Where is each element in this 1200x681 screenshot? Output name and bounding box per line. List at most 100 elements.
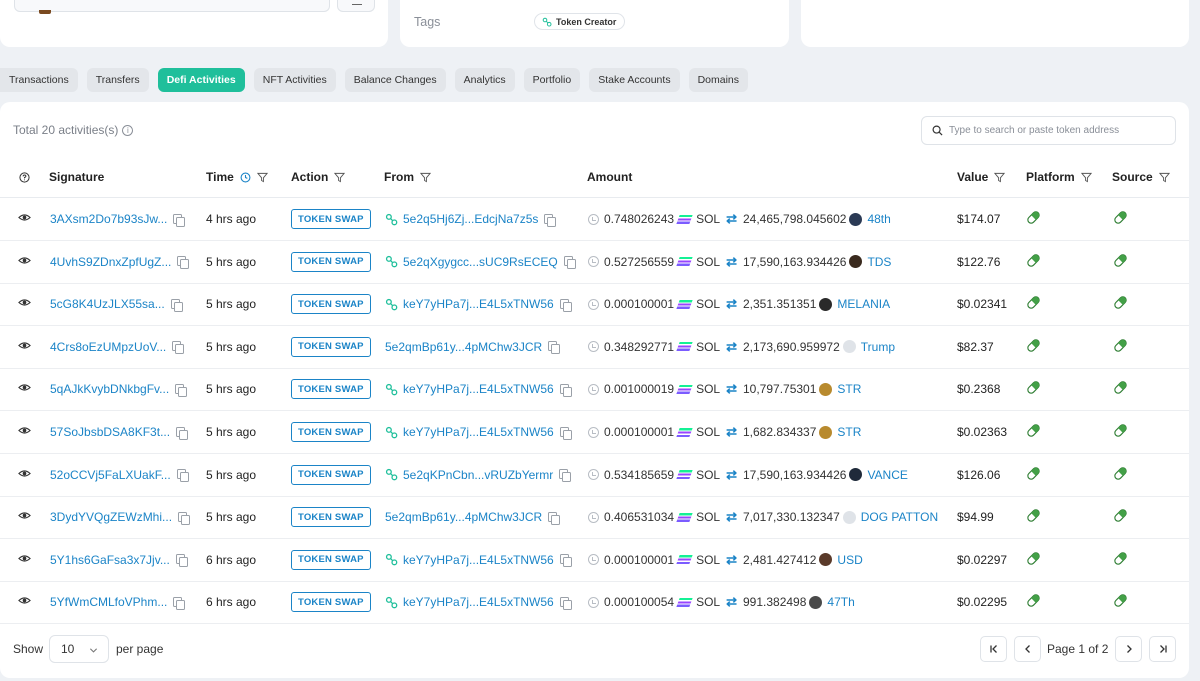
platform-cell[interactable]: [1025, 241, 1042, 283]
from-address-link[interactable]: 5e2qXgygcc...sUC9RsECEQ: [403, 255, 558, 269]
filter-icon[interactable]: [1158, 172, 1170, 183]
token-out-link[interactable]: VANCE: [867, 468, 907, 482]
copy-icon[interactable]: [170, 298, 183, 312]
first-page-button[interactable]: [980, 636, 1007, 662]
token-out-link[interactable]: 48th: [867, 212, 890, 226]
platform-cell[interactable]: [1025, 283, 1042, 325]
copy-icon[interactable]: [563, 256, 576, 270]
from-address-link[interactable]: 5e2q5Hj6Zj...EdcjNa7z5s: [403, 212, 538, 226]
source-cell[interactable]: [1112, 283, 1129, 325]
tab-transfers[interactable]: Transfers: [86, 68, 149, 92]
token-out-link[interactable]: DOG PATTON: [861, 510, 938, 524]
copy-icon[interactable]: [176, 469, 189, 483]
platform-cell[interactable]: [1025, 326, 1042, 368]
filter-icon[interactable]: [420, 172, 431, 183]
signature-link[interactable]: 4Crs8oEzUMpzUoV...: [50, 340, 166, 354]
from-address-link[interactable]: 5e2qmBp61y...4pMChw3JCR: [385, 340, 542, 354]
tag-token-creator[interactable]: Token Creator: [534, 13, 626, 30]
view-details-button[interactable]: [18, 581, 31, 623]
platform-cell[interactable]: [1025, 454, 1042, 496]
last-page-button[interactable]: [1149, 636, 1176, 662]
source-cell[interactable]: [1112, 496, 1129, 538]
token-out-link[interactable]: Trump: [861, 340, 895, 354]
signature-link[interactable]: 5YfWmCMLfoVPhm...: [50, 595, 167, 609]
source-cell[interactable]: [1112, 411, 1129, 453]
platform-cell[interactable]: [1025, 411, 1042, 453]
from-address-link[interactable]: 5e2qmBp61y...4pMChw3JCR: [385, 510, 542, 524]
token-out-link[interactable]: TDS: [867, 255, 891, 269]
page-size-select[interactable]: 10: [49, 635, 109, 663]
copy-icon[interactable]: [559, 469, 572, 483]
source-cell[interactable]: [1112, 198, 1129, 240]
signature-link[interactable]: 3AXsm2Do7b93sJw...: [50, 212, 167, 226]
copy-icon[interactable]: [559, 383, 572, 397]
source-cell[interactable]: [1112, 326, 1129, 368]
tab-portfolio[interactable]: Portfolio: [523, 68, 581, 92]
tab-stake-accounts[interactable]: Stake Accounts: [589, 68, 680, 92]
view-details-button[interactable]: [18, 496, 31, 538]
info-icon[interactable]: i: [122, 124, 134, 136]
source-cell[interactable]: [1112, 241, 1129, 283]
from-address-link[interactable]: keY7yHPa7j...E4L5xTNW56: [403, 553, 554, 567]
copy-icon[interactable]: [177, 256, 190, 270]
copy-icon[interactable]: [548, 341, 561, 355]
signature-link[interactable]: 4UvhS9ZDnxZpfUgZ...: [50, 255, 171, 269]
copy-icon[interactable]: [559, 596, 572, 610]
copy-icon[interactable]: [559, 298, 572, 312]
collapse-button[interactable]: [337, 0, 375, 12]
from-address-link[interactable]: keY7yHPa7j...E4L5xTNW56: [403, 595, 554, 609]
copy-icon[interactable]: [176, 426, 189, 440]
from-address-link[interactable]: keY7yHPa7j...E4L5xTNW56: [403, 382, 554, 396]
copy-icon[interactable]: [548, 511, 561, 525]
signature-link[interactable]: 3DydYVQgZEWzMhi...: [50, 510, 172, 524]
from-address-link[interactable]: keY7yHPa7j...E4L5xTNW56: [403, 297, 554, 311]
source-cell[interactable]: [1112, 454, 1129, 496]
copy-icon[interactable]: [173, 213, 186, 227]
address-box[interactable]: [14, 0, 330, 14]
platform-cell[interactable]: [1025, 539, 1042, 581]
tab-balance-changes[interactable]: Balance Changes: [344, 68, 446, 92]
signature-link[interactable]: 5cG8K4UzJLX55sa...: [50, 297, 165, 311]
view-details-button[interactable]: [18, 326, 31, 368]
platform-cell[interactable]: [1025, 198, 1042, 240]
view-details-button[interactable]: [18, 454, 31, 496]
token-out-link[interactable]: MELANIA: [837, 297, 890, 311]
copy-icon[interactable]: [172, 341, 185, 355]
copy-icon[interactable]: [178, 511, 191, 525]
clock-icon[interactable]: [240, 172, 251, 183]
source-cell[interactable]: [1112, 368, 1129, 410]
filter-icon[interactable]: [334, 172, 346, 183]
prev-page-button[interactable]: [1014, 636, 1041, 662]
tab-defi-activities[interactable]: Defi Activities: [157, 68, 245, 92]
filter-icon[interactable]: [256, 172, 268, 183]
copy-icon[interactable]: [175, 554, 188, 568]
filter-icon[interactable]: [1080, 172, 1092, 183]
copy-icon[interactable]: [559, 554, 572, 568]
signature-link[interactable]: 52oCCVj5FaLXUakF...: [50, 468, 171, 482]
filter-icon[interactable]: [994, 172, 1006, 183]
view-details-button[interactable]: [18, 539, 31, 581]
tab-analytics[interactable]: Analytics: [454, 68, 515, 92]
token-out-link[interactable]: USD: [837, 553, 862, 567]
copy-icon[interactable]: [173, 596, 186, 610]
search-input[interactable]: [949, 125, 1169, 136]
next-page-button[interactable]: [1115, 636, 1142, 662]
token-out-link[interactable]: STR: [837, 425, 861, 439]
source-cell[interactable]: [1112, 581, 1129, 623]
copy-icon[interactable]: [544, 213, 557, 227]
help-icon[interactable]: [19, 156, 30, 198]
signature-link[interactable]: 5qAJkKvybDNkbgFv...: [50, 382, 169, 396]
view-details-button[interactable]: [18, 198, 31, 240]
copy-icon[interactable]: [175, 383, 188, 397]
source-cell[interactable]: [1112, 539, 1129, 581]
view-details-button[interactable]: [18, 241, 31, 283]
token-out-link[interactable]: 47Th: [827, 595, 854, 609]
tab-transactions[interactable]: Transactions: [0, 68, 78, 92]
from-address-link[interactable]: keY7yHPa7j...E4L5xTNW56: [403, 425, 554, 439]
platform-cell[interactable]: [1025, 368, 1042, 410]
platform-cell[interactable]: [1025, 496, 1042, 538]
token-search[interactable]: [921, 116, 1176, 145]
tab-domains[interactable]: Domains: [688, 68, 749, 92]
signature-link[interactable]: 5Y1hs6GaFsa3x7Jjv...: [50, 553, 170, 567]
platform-cell[interactable]: [1025, 581, 1042, 623]
